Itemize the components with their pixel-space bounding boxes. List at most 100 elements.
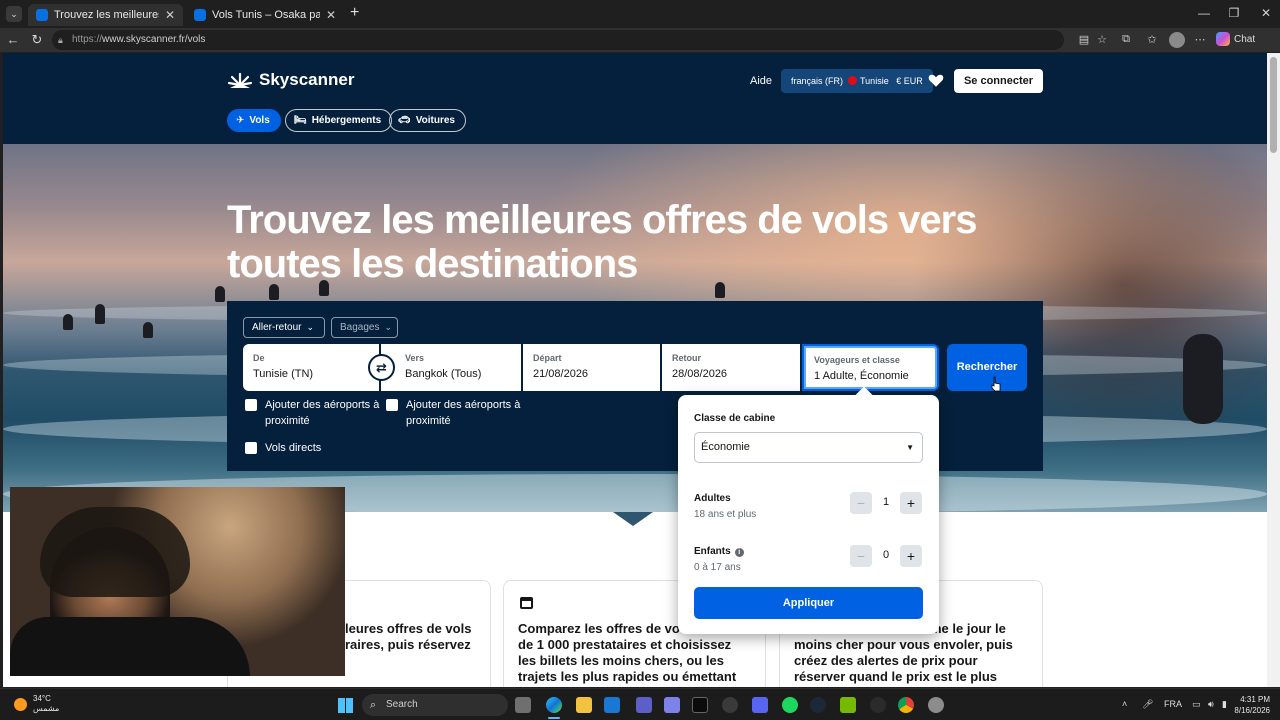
direct-flights-checkbox[interactable]: Vols directs [245,440,321,456]
swap-locations-icon[interactable]: ⇄ [368,354,395,381]
travellers-label: Voyageurs et classe [814,355,900,365]
trip-type-dropdown[interactable]: Aller-retour ⌄ [243,317,325,338]
file-explorer-icon[interactable] [576,697,592,713]
plane-icon: ✈ [236,115,245,126]
weather-temperature: 34°C [33,694,51,703]
nav-tab-hotels[interactable]: 🛏︎ Hébergements [285,109,393,132]
origin-field[interactable]: De Tunisie (TN) [243,344,379,391]
page-scrollbar[interactable] [1267,53,1280,687]
nvidia-icon[interactable] [840,697,856,713]
card-line: créez des alertes de prix pour [794,653,978,668]
url-text: www.skyscanner.fr/vols [102,34,206,45]
taskbar-search-input[interactable]: ⌕ Search [362,694,508,716]
adults-increment-button[interactable]: + [900,492,922,514]
maximize-icon[interactable]: ❐ [1222,6,1246,20]
spotify-icon[interactable] [782,697,798,713]
calendar-icon [520,597,533,609]
chrome-icon[interactable] [898,697,914,713]
taskbar-search-placeholder: Search [386,699,418,710]
headline-line-2: toutes les destinations [227,242,638,286]
adults-decrement-button[interactable]: − [850,492,872,514]
children-decrement-button[interactable]: − [850,545,872,567]
checkbox-box[interactable] [386,399,398,411]
obs-icon[interactable] [722,697,738,713]
app-a-icon[interactable] [692,697,708,713]
travellers-class-field[interactable]: Voyageurs et classe 1 Adulte, Économie [802,344,939,391]
login-button[interactable]: Se connecter [954,69,1043,93]
teams-chat-icon[interactable] [664,697,680,713]
adults-title: Adultes [694,493,731,504]
close-tab-icon[interactable]: ✕ [165,8,175,22]
minimize-icon[interactable]: — [1192,6,1216,20]
scrollbar-thumb[interactable] [1270,57,1277,153]
favorite-star-icon[interactable]: ☆ [1094,33,1110,47]
extensions-icon[interactable]: ⧉ [1118,33,1134,47]
swimmer-figure [269,284,279,300]
microphone-icon[interactable]: 🎤︎ [1142,699,1153,710]
task-view-icon[interactable] [515,697,531,713]
search-icon: ⌕ [370,699,377,711]
refresh-icon[interactable]: ↻ [28,32,46,48]
steam-icon[interactable] [810,697,826,713]
nav-tab-flights[interactable]: ✈ Vols [227,109,281,132]
clock[interactable]: 4:31 PM 8/16/2026 [1226,694,1270,716]
nearby-origin-airports-checkbox[interactable]: Ajouter des aéroports à proximité [245,397,379,429]
browser-tab[interactable]: Vols Tunis – Osaka pas chers sur S ✕ [186,4,344,26]
heart-icon[interactable] [927,71,945,89]
new-tab-button[interactable]: + [350,4,359,22]
edge-browser-icon[interactable] [546,697,562,713]
input-language[interactable]: FRA [1164,699,1182,709]
copilot-button[interactable]: Chat [1216,32,1255,46]
app-recording-icon[interactable] [870,697,886,713]
card-line: réserver quand le prix est le plus [794,669,998,684]
search-button[interactable]: Rechercher [947,344,1027,391]
locale-currency: € EUR [896,76,923,86]
nav-tab-cars[interactable]: 🚗︎ Voitures [389,109,466,132]
weather-widget[interactable]: 34°C مشمس [33,694,59,714]
chevron-down-icon: ⌄ [306,322,315,332]
nearby-destination-airports-checkbox[interactable]: Ajouter des aéroports à proximité [386,397,520,429]
close-tab-icon[interactable]: ✕ [326,8,336,22]
address-bar[interactable]: 🔒︎ https://www.skyscanner.fr/vols [52,30,1064,50]
volume-icon[interactable]: 🔊︎ [1208,699,1214,710]
teams-icon[interactable] [636,697,652,713]
help-link[interactable]: Aide [750,75,772,87]
webcam-person-hair [40,507,190,597]
children-count: 0 [882,549,890,561]
adults-count: 1 [882,496,890,508]
display-icon[interactable]: ▭ [1192,699,1201,710]
back-icon[interactable]: ← [4,32,22,47]
children-increment-button[interactable]: + [900,545,922,567]
cabin-class-select[interactable]: Économie ▼ [694,432,923,463]
windows-start-icon[interactable] [338,698,353,713]
show-hidden-icons-chevron-icon[interactable]: ˄ [1122,699,1127,709]
locale-selector[interactable]: français (FR) Tunisie € EUR [781,69,933,93]
settings-gear-icon[interactable] [928,697,944,713]
info-icon[interactable]: i [734,548,744,557]
profile-avatar[interactable] [1169,32,1185,48]
card-line: de 1 000 prestataires et choisissez [518,637,732,652]
card-line: raires, puis réservez [345,637,471,652]
checkbox-box[interactable] [245,399,257,411]
locale-language: français (FR) [791,76,844,86]
brand-name: Skyscanner [259,70,355,89]
checkbox-label: Vols directs [265,442,322,454]
outlook-icon[interactable] [604,697,620,713]
more-menu-icon[interactable]: ⋯ [1192,33,1208,47]
browser-tab-active[interactable]: Trouvez les meilleures offres de vo ✕ [28,4,183,26]
weather-sun-icon [14,698,27,711]
return-date-field[interactable]: Retour 28/08/2026 [662,344,800,391]
skyscanner-logo[interactable]: Skyscanner [227,70,354,90]
apply-button[interactable]: Appliquer [694,587,923,619]
headline-line-1: Trouvez les meilleures offres de vols ve… [227,198,977,242]
discord-icon[interactable] [752,697,768,713]
checkbox-box[interactable] [245,442,257,454]
depart-date-field[interactable]: Départ 21/08/2026 [523,344,660,391]
close-window-icon[interactable]: ✕ [1254,6,1278,20]
destination-field[interactable]: Vers Bangkok (Tous) [381,344,521,391]
tab-actions-chevron-icon[interactable]: ⌄ [6,6,22,22]
baggage-dropdown[interactable]: Bagages ⌄ [331,317,398,338]
favorites-icon[interactable]: ✩ [1144,33,1160,47]
reader-mode-icon[interactable]: ▤ [1076,33,1092,47]
webcam-shirt [10,617,250,676]
